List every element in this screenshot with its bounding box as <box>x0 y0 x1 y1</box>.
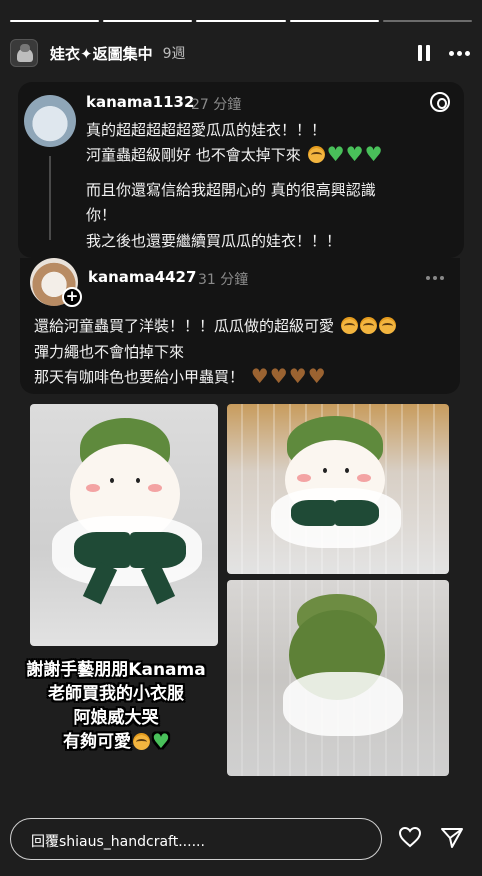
post-text-line: 那天有咖啡色也要給小甲蟲買！ <box>34 364 326 389</box>
crying-face-icon <box>378 317 396 334</box>
highlight-avatar[interactable] <box>10 39 38 67</box>
progress-segment <box>196 20 286 22</box>
crying-face-icon <box>307 146 325 163</box>
post-time: 31 分鐘 <box>198 272 249 288</box>
story-sticker-text: 謝謝手藝朋朋Kanama 老師買我的小衣服 阿娘威大哭 有夠可愛 <box>18 658 214 754</box>
post-text-line: 你！ <box>86 206 117 224</box>
reply-input[interactable]: 回覆shiaus_handcraft...... <box>10 818 382 860</box>
highlight-title[interactable]: 娃衣✦返圖集中 <box>50 43 153 64</box>
plush-photo <box>227 580 449 776</box>
green-heart-icon <box>327 142 345 166</box>
post-text-line: 真的超超超超超愛瓜瓜的娃衣！！！ <box>86 121 327 139</box>
more-icon[interactable] <box>449 50 470 56</box>
progress-segment <box>103 20 193 22</box>
progress-segment <box>289 20 379 22</box>
pause-icon[interactable] <box>417 45 431 61</box>
brown-heart-icon <box>308 364 326 388</box>
green-heart-icon <box>152 729 170 753</box>
story-progress <box>10 20 473 22</box>
post-username: kanama4427 <box>88 268 197 286</box>
progress-segment <box>382 20 473 22</box>
plush-photo <box>227 404 449 574</box>
heart-icon[interactable] <box>398 826 422 848</box>
story-header: 娃衣✦返圖集中 9週 <box>10 36 470 70</box>
avatar <box>24 95 76 147</box>
brown-heart-icon <box>270 364 288 388</box>
post-username: kanama1132 <box>86 93 195 111</box>
crying-face-icon <box>359 317 377 334</box>
progress-segment <box>10 20 100 22</box>
green-heart-icon <box>365 142 383 166</box>
story-time: 9週 <box>162 46 186 62</box>
post-text-line: 還給河童蟲買了洋裝！！！瓜瓜做的超級可愛 <box>34 314 396 338</box>
brown-heart-icon <box>289 364 307 388</box>
post-text-line: 我之後也還要繼續買瓜瓜的娃衣！！！ <box>86 232 342 250</box>
send-icon[interactable] <box>440 826 464 850</box>
post-text-line: 而且你還寫信給我超開心的 真的很高興認識 <box>86 181 376 199</box>
post-text-line: 河童蟲超級剛好 也不會太掉下來 <box>86 142 383 167</box>
thread-connector <box>49 156 51 240</box>
brown-heart-icon <box>251 364 269 388</box>
more-icon[interactable] <box>426 276 444 280</box>
post-time: 27 分鐘 <box>191 97 242 113</box>
crying-face-icon <box>133 733 150 750</box>
crying-face-icon <box>340 317 358 334</box>
threads-logo-icon <box>430 92 450 112</box>
green-heart-icon <box>346 142 364 166</box>
plush-photo <box>30 404 218 646</box>
follow-plus-icon[interactable]: + <box>62 287 82 307</box>
post-text-line: 彈力繩也不會怕掉下來 <box>34 343 185 361</box>
reply-placeholder: 回覆shiaus_handcraft...... <box>31 834 205 850</box>
